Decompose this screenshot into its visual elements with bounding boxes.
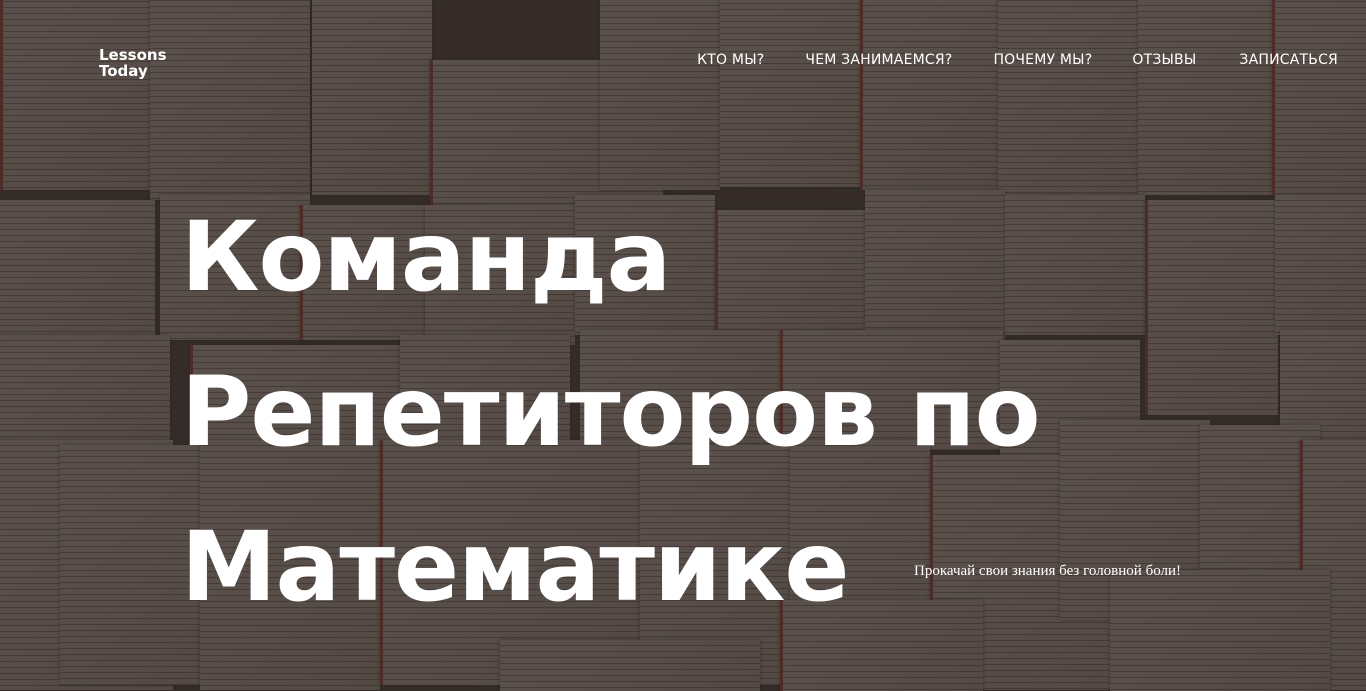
logo-line-1: Lessons bbox=[99, 46, 167, 64]
site-logo[interactable]: Lessons Today bbox=[99, 47, 179, 79]
nav-link-who-we-are[interactable]: КТО МЫ? bbox=[697, 52, 764, 68]
main-navigation: КТО МЫ? ЧЕМ ЗАНИМАЕМСЯ? ПОЧЕМУ МЫ? ОТЗЫВ… bbox=[697, 52, 1338, 68]
nav-link-why-us[interactable]: ПОЧЕМУ МЫ? bbox=[993, 52, 1092, 68]
hero-title-line-1: Команда bbox=[181, 201, 671, 313]
nav-link-reviews[interactable]: ОТЗЫВЫ bbox=[1132, 52, 1196, 68]
hero-tagline: Прокачай свои знания без головной боли! bbox=[914, 563, 1182, 579]
nav-link-sign-up[interactable]: ЗАПИСАТЬСЯ bbox=[1239, 52, 1338, 68]
hero-title-line-2: Репетиторов по bbox=[181, 356, 1041, 468]
landing-page: Lessons Today КТО МЫ? ЧЕМ ЗАНИМАЕМСЯ? ПО… bbox=[0, 0, 1366, 691]
nav-link-what-we-do[interactable]: ЧЕМ ЗАНИМАЕМСЯ? bbox=[805, 52, 952, 68]
logo-line-2: Today bbox=[99, 62, 148, 80]
